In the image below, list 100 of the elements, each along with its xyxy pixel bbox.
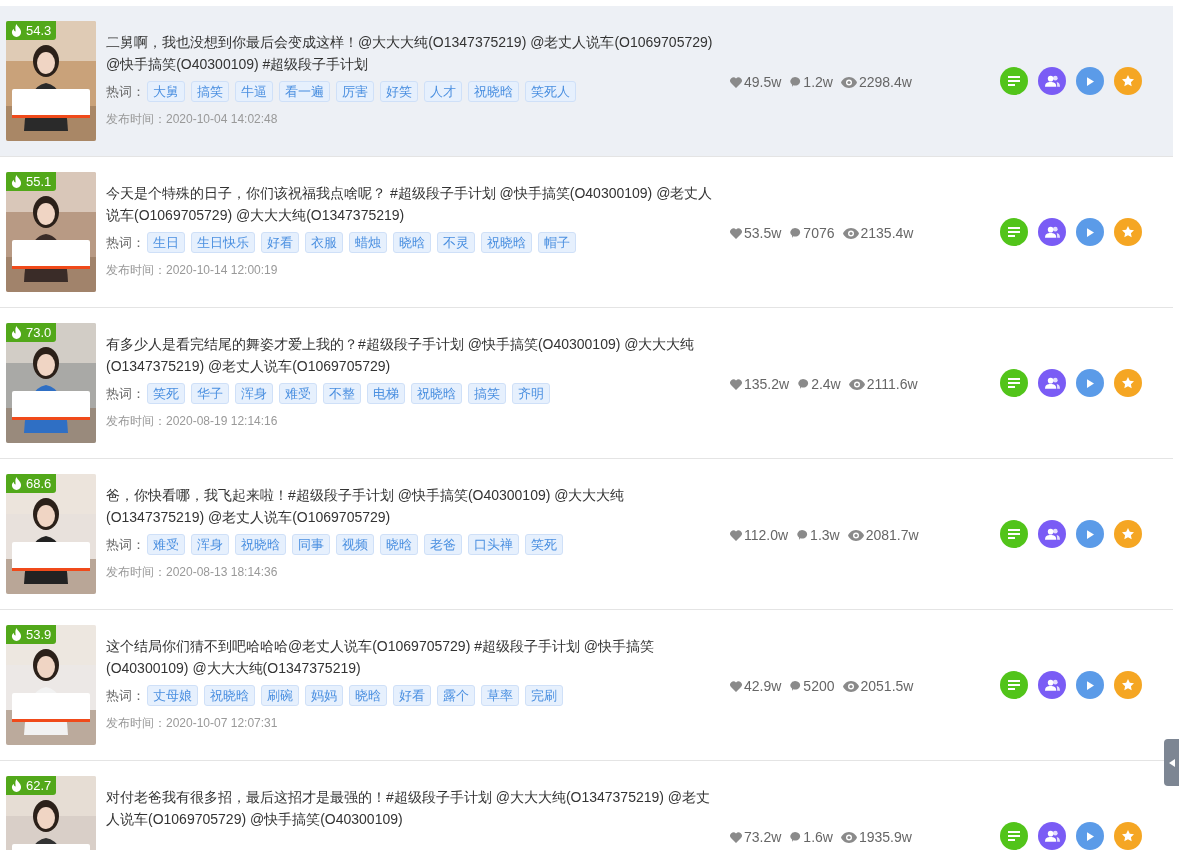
keyword-tag[interactable]: 祝晓晗 [235,534,286,555]
keyword-tag[interactable]: 视频 [336,534,374,555]
keyword-tag[interactable]: 祝晓晗 [481,232,532,253]
comment-count: 7076 [803,223,835,243]
keyword-tag[interactable]: 不灵 [437,232,475,253]
keyword-tag[interactable]: 难受 [147,534,185,555]
favorite-button[interactable] [1114,218,1142,246]
star-icon [1122,226,1134,238]
star-icon [1122,528,1134,540]
comment-icon [789,76,802,88]
audience-button[interactable] [1038,369,1066,397]
comment-icon [796,529,809,541]
keyword-tag[interactable]: 好笑 [380,81,418,102]
keyword-tag[interactable]: 齐明 [512,383,550,404]
like-count: 42.9w [744,676,782,696]
keyword-tag[interactable]: 晓晗 [380,534,418,555]
keyword-tag[interactable]: 老爸 [424,534,462,555]
like-count: 135.2w [744,374,790,394]
keyword-tag[interactable]: 生日快乐 [191,232,255,253]
star-icon [1122,679,1134,691]
play-button[interactable] [1076,67,1104,95]
eye-icon [842,227,859,239]
keyword-tag[interactable]: 难受 [279,383,317,404]
keyword-tag[interactable]: 露个 [437,685,475,706]
comment-icon [789,680,802,692]
flame-icon [11,175,22,188]
keyword-tag[interactable]: 生日 [147,232,185,253]
keyword-tag[interactable]: 笑死 [525,534,563,555]
heart-icon [730,831,742,843]
star-icon [1122,75,1134,87]
keyword-tag[interactable]: 完刷 [525,685,563,706]
keyword-tag[interactable]: 华子 [191,383,229,404]
keyword-tag[interactable]: 晓晗 [349,685,387,706]
favorite-button[interactable] [1114,67,1142,95]
list-button[interactable] [1000,822,1028,850]
play-icon [1086,227,1094,237]
keyword-tag[interactable]: 笑死 [147,383,185,404]
keyword-tag[interactable]: 刷碗 [261,685,299,706]
heart-icon [730,227,742,239]
favorite-button[interactable] [1114,369,1142,397]
keyword-tag[interactable]: 晓晗 [393,232,431,253]
favorite-button[interactable] [1114,520,1142,548]
keyword-tag[interactable]: 大舅 [147,81,185,102]
play-button[interactable] [1076,671,1104,699]
hot-words-label: 热词： [106,535,145,554]
publish-time: 发布时间：2020-10-14 12:00:19 [106,262,279,279]
audience-button[interactable] [1038,67,1066,95]
keyword-tag[interactable]: 浑身 [191,534,229,555]
keyword-tag[interactable]: 笑死人 [525,81,576,102]
keyword-tag[interactable]: 草率 [481,685,519,706]
list-button[interactable] [1000,671,1028,699]
list-button[interactable] [1000,218,1028,246]
play-icon [1086,831,1094,841]
video-title: 这个结局你们猜不到吧哈哈哈@老丈人说车(O1069705729) #超级段子手计划 @快手搞笑(O40300109) @大大大纯(O1347375219) [106,637,656,678]
like-count: 73.2w [744,827,782,847]
view-count: 2111.6w [866,374,918,394]
keyword-tag[interactable]: 同事 [292,534,330,555]
favorite-button[interactable] [1114,822,1142,850]
play-button[interactable] [1076,822,1104,850]
keyword-tag[interactable]: 浑身 [235,383,273,404]
keyword-tag[interactable]: 好看 [261,232,299,253]
keyword-tag[interactable]: 帽子 [538,232,576,253]
audience-button[interactable] [1038,520,1066,548]
keyword-tag[interactable]: 祝晓晗 [204,685,255,706]
caret-icon [1169,758,1175,767]
list-icon [1008,680,1020,690]
video-row[interactable]: 54.3 二舅啊，我也没想到你最后会变成这样！@大大大纯(O1347375219) @老丈人说车(O1069705729) @快手搞笑(O40300109) #超级段子手计划 热词： 大舅 搞笑 牛逼 看一遍 厉害 好笑 人才 祝晓晗 笑死人 发布时间：2020-10-04 14:02:48 49.5w 1.2w 2298.4w [0,6,1173,157]
users-icon [1044,75,1060,87]
play-button[interactable] [1076,218,1104,246]
video-title: 对付老爸我有很多招，最后这招才是最强的！#超级段子手计划 @大大大纯(O1347375219) @老丈人说车(O1069705729) @快手搞笑(O40300109) [106,788,712,829]
eye-icon [842,680,859,692]
play-button[interactable] [1076,369,1104,397]
keyword-tag[interactable]: 丈母娘 [147,685,198,706]
play-button[interactable] [1076,520,1104,548]
list-button[interactable] [1000,520,1028,548]
audience-button[interactable] [1038,671,1066,699]
list-button[interactable] [1000,67,1028,95]
eye-icon [847,529,864,541]
list-button[interactable] [1000,369,1028,397]
keyword-tag[interactable]: 妈妈 [305,685,343,706]
favorite-button[interactable] [1114,671,1142,699]
audience-button[interactable] [1038,822,1066,850]
keyword-tag[interactable]: 蜡烛 [349,232,387,253]
keyword-tag[interactable]: 不整 [323,383,361,404]
hot-words-label: 热词： [106,233,145,252]
keyword-tag[interactable]: 衣服 [305,232,343,253]
keyword-tag[interactable]: 看一遍 [279,81,330,102]
keyword-tag[interactable]: 祝晓晗 [468,81,519,102]
keyword-tag[interactable]: 祝晓晗 [411,383,462,404]
keyword-tag[interactable]: 口头禅 [468,534,519,555]
keyword-tag[interactable]: 电梯 [367,383,405,404]
keyword-tag[interactable]: 人才 [424,81,462,102]
keyword-tag[interactable]: 搞笑 [468,383,506,404]
audience-button[interactable] [1038,218,1066,246]
keyword-tag[interactable]: 好看 [393,685,431,706]
keyword-tag[interactable]: 搞笑 [191,81,229,102]
eye-icon [840,831,857,843]
keyword-tag[interactable]: 牛逼 [235,81,273,102]
video-title: 今天是个特殊的日子，你们该祝福我点啥呢？ #超级段子手计划 @快手搞笑(O40300109) @老丈人说车(O1069705729) @大大大纯(O1347375219) [106,184,714,225]
keyword-tag[interactable]: 厉害 [336,81,374,102]
